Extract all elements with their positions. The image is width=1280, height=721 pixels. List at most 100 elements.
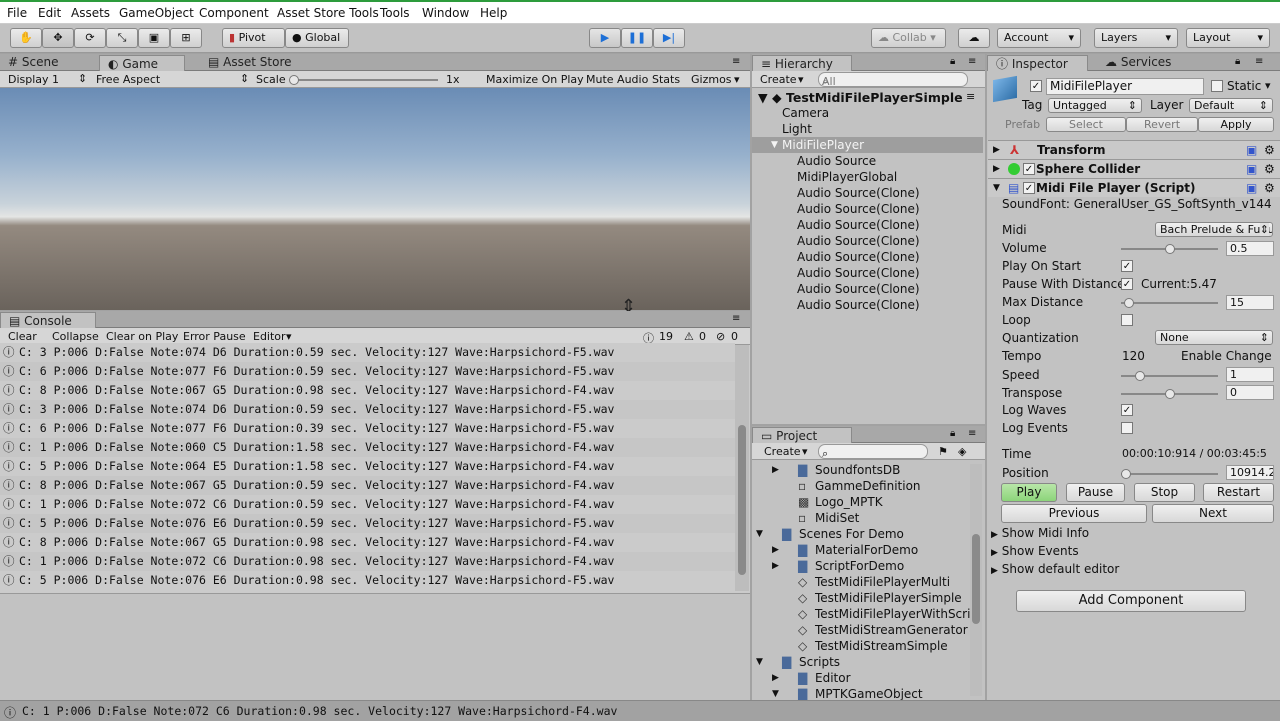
tab-services[interactable]: ☁ Services xyxy=(1097,54,1179,71)
console-row[interactable]: ⓘ C: 1 P:006 D:False Note:060 C5 Duration… xyxy=(0,438,735,457)
lock-icon[interactable]: 🔒︎ xyxy=(1235,56,1240,67)
scale-slider-knob[interactable] xyxy=(289,75,299,85)
gear-icon[interactable]: ⚙ xyxy=(1264,141,1275,159)
gizmos-dropdown[interactable]: Gizmos xyxy=(691,73,732,86)
console-row[interactable]: ⓘ C: 3 P:006 D:False Note:074 D6 Duration… xyxy=(0,400,735,419)
project-item[interactable]: ▫ GammeDefinition xyxy=(752,478,968,494)
project-item[interactable]: ▶ ▇ SoundfontsDB xyxy=(752,462,968,478)
maximize-on-play-button[interactable]: Maximize On Play xyxy=(486,73,584,86)
show-default-editor-foldout[interactable]: ▶ Show default editor xyxy=(991,562,1119,576)
clear-on-play-button[interactable]: Clear on Play xyxy=(106,330,178,343)
add-component-button[interactable]: Add Component xyxy=(1016,590,1246,612)
hierarchy-item[interactable]: Audio Source(Clone) xyxy=(752,265,983,281)
static-checkbox[interactable] xyxy=(1211,80,1223,92)
hierarchy-item[interactable]: Audio Source(Clone) xyxy=(752,233,983,249)
max-distance-slider[interactable] xyxy=(1121,298,1218,308)
stats-button[interactable]: Stats xyxy=(652,73,680,86)
hand-tool-icon[interactable]: ✋ xyxy=(10,28,42,48)
transpose-slider[interactable] xyxy=(1121,389,1218,399)
max-distance-input[interactable]: 15 xyxy=(1226,295,1274,310)
play-button[interactable]: Play xyxy=(1001,483,1057,502)
rect-tool-icon[interactable]: ▣ xyxy=(138,28,170,48)
layers-dropdown[interactable]: Layers ▾ xyxy=(1094,28,1178,48)
volume-slider-knob[interactable] xyxy=(1164,244,1175,254)
tab-inspector[interactable]: ⓘ Inspector xyxy=(987,55,1088,71)
move-tool-icon[interactable]: ✥ xyxy=(42,28,74,48)
hierarchy-item[interactable]: Audio Source(Clone) xyxy=(752,201,983,217)
project-item[interactable]: ▼ ▇ MPTKGameObject xyxy=(752,686,968,700)
hierarchy-item[interactable]: Audio Source(Clone) xyxy=(752,217,983,233)
aspect-dropdown[interactable]: Free Aspect xyxy=(96,73,160,86)
menu-window[interactable]: Window xyxy=(422,6,469,20)
hierarchy-item[interactable]: Audio Source xyxy=(752,153,983,169)
project-item[interactable]: ▶ ▇ MaterialForDemo xyxy=(752,542,968,558)
hierarchy-item[interactable]: Audio Source(Clone) xyxy=(752,297,983,313)
project-item[interactable]: ◇ TestMidiFilePlayerWithScrip xyxy=(752,606,978,622)
display-dropdown[interactable]: Display 1 xyxy=(8,73,59,86)
midi-dropdown[interactable]: Bach Prelude & Fugu ⇕ xyxy=(1155,222,1273,237)
pause-icon[interactable]: ❚❚ xyxy=(621,28,653,48)
project-item[interactable]: ▫ MidiSet xyxy=(752,510,968,526)
menu-edit[interactable]: Edit xyxy=(38,6,61,20)
project-scroll-thumb[interactable] xyxy=(972,534,980,624)
previous-button[interactable]: Previous xyxy=(1001,504,1147,523)
clear-button[interactable]: Clear xyxy=(8,330,37,343)
transpose-input[interactable]: 0 xyxy=(1226,385,1274,400)
console-row[interactable]: ⓘ C: 8 P:006 D:False Note:067 G5 Duration… xyxy=(0,476,735,495)
console-scrollbar[interactable] xyxy=(735,345,749,591)
rotate-tool-icon[interactable]: ⟳ xyxy=(74,28,106,48)
hierarchy-item[interactable]: ▼ MidiFilePlayer xyxy=(752,137,983,153)
collapse-button[interactable]: Collapse xyxy=(52,330,99,343)
volume-slider[interactable] xyxy=(1121,244,1218,254)
project-item[interactable]: ▶ ▇ ScriptForDemo xyxy=(752,558,968,574)
panel-menu-icon[interactable]: ≡ xyxy=(966,90,975,103)
play-icon[interactable]: ▶ xyxy=(589,28,621,48)
menu-component[interactable]: Component xyxy=(199,6,269,20)
hierarchy-item[interactable]: Camera xyxy=(752,105,983,121)
console-row[interactable]: ⓘ C: 8 P:006 D:False Note:067 G5 Duration… xyxy=(0,533,735,552)
console-row[interactable]: ⓘ C: 8 P:006 D:False Note:067 G5 Duration… xyxy=(0,381,735,400)
pivot-button[interactable]: ▮ Pivot xyxy=(222,28,285,48)
layer-dropdown[interactable]: Default ⇕ xyxy=(1189,98,1273,113)
prefab-revert-button[interactable]: Revert xyxy=(1126,117,1198,132)
collab-button[interactable]: ☁ Collab ▾ xyxy=(871,28,946,48)
hierarchy-item[interactable]: Audio Source(Clone) xyxy=(752,185,983,201)
project-item[interactable]: ◇ TestMidiStreamSimple xyxy=(752,638,968,654)
error-pause-button[interactable]: Error Pause xyxy=(183,330,246,343)
tab-asset-store[interactable]: ▤ Asset Store xyxy=(200,54,300,71)
midi-file-player-component-header[interactable]: ▼ ▤ ✓ Midi File Player (Script) ▣ ⚙ xyxy=(988,178,1280,197)
show-events-foldout[interactable]: ▶ Show Events xyxy=(991,544,1079,558)
menu-help[interactable]: Help xyxy=(480,6,507,20)
warning-icon[interactable]: ⚠ xyxy=(684,330,694,343)
status-message[interactable]: C: 1 P:006 D:False Note:072 C6 Duration:… xyxy=(22,704,617,718)
speed-input[interactable]: 1 xyxy=(1226,367,1274,382)
tag-dropdown[interactable]: Untagged ⇕ xyxy=(1048,98,1142,113)
lock-icon[interactable]: 🔒︎ xyxy=(950,56,955,67)
scale-slider[interactable] xyxy=(289,75,438,85)
menu-gameobject[interactable]: GameObject xyxy=(119,6,194,20)
position-slider[interactable] xyxy=(1120,469,1218,479)
quantization-dropdown[interactable]: None ⇕ xyxy=(1155,330,1273,345)
script-enabled-checkbox[interactable]: ✓ xyxy=(1023,182,1035,194)
layout-dropdown[interactable]: Layout ▾ xyxy=(1186,28,1270,48)
transform-tool-icon[interactable]: ⊞ xyxy=(170,28,202,48)
console-row[interactable]: ⓘ C: 6 P:006 D:False Note:077 F6 Duration… xyxy=(0,419,735,438)
console-row[interactable]: ⓘ C: 5 P:006 D:False Note:064 E5 Duration… xyxy=(0,457,735,476)
hierarchy-item[interactable]: Light xyxy=(752,121,983,137)
volume-input[interactable]: 0.5 xyxy=(1226,241,1274,256)
editor-dropdown[interactable]: Editor xyxy=(253,330,286,343)
console-row[interactable]: ⓘ C: 1 P:006 D:False Note:072 C6 Duration… xyxy=(0,552,735,571)
sphere-collider-component-header[interactable]: ▶ ✓ Sphere Collider ▣ ⚙ xyxy=(988,159,1280,178)
gear-icon[interactable]: ⚙ xyxy=(1264,179,1275,197)
log-events-checkbox[interactable] xyxy=(1121,422,1133,434)
panel-menu-icon[interactable]: ≡ xyxy=(1255,56,1263,67)
project-create-button[interactable]: Create xyxy=(764,445,801,458)
panel-menu-icon[interactable]: ≡ xyxy=(732,56,740,67)
speed-slider[interactable] xyxy=(1121,371,1218,381)
tab-game[interactable]: ◐ Game xyxy=(99,55,185,71)
scene-root[interactable]: ▼ ◆ TestMidiFilePlayerSimple xyxy=(758,90,963,106)
transpose-slider-knob[interactable] xyxy=(1164,389,1175,399)
project-search-input[interactable]: ⌕ xyxy=(818,444,928,459)
project-item[interactable]: ◇ TestMidiFilePlayerSimple xyxy=(752,590,968,606)
console-row[interactable]: ⓘ C: 5 P:006 D:False Note:076 E6 Duration… xyxy=(0,571,735,590)
